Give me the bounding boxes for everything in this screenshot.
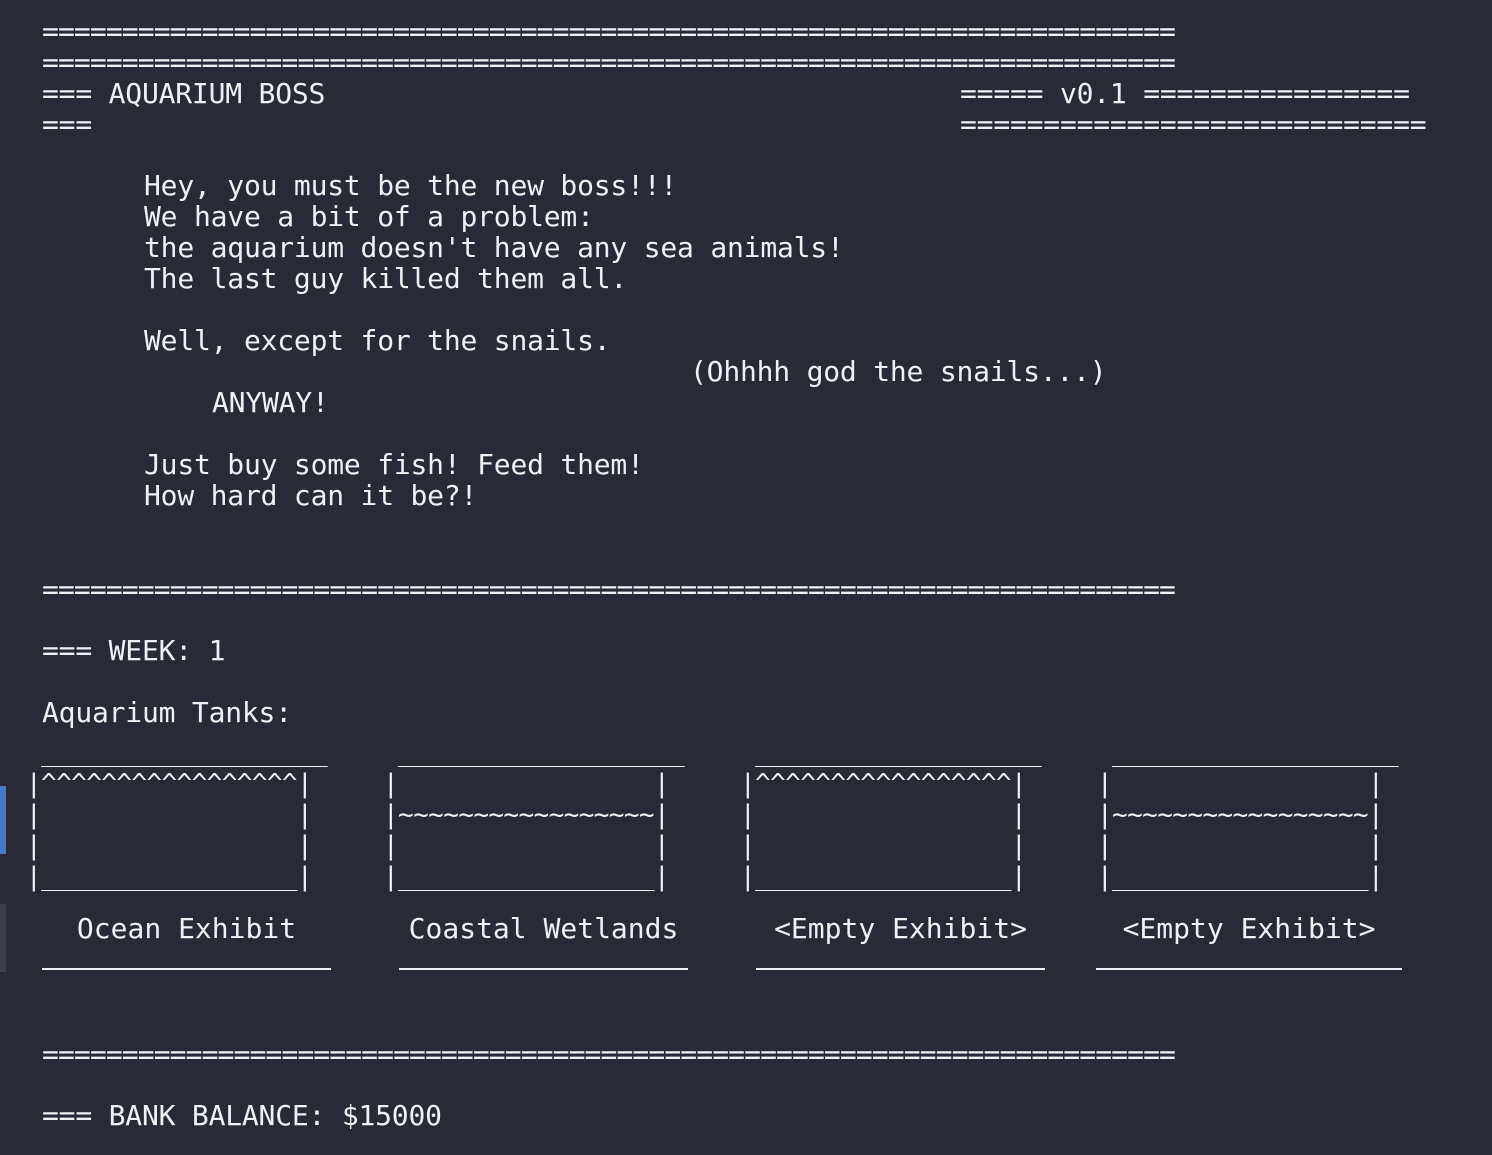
tank-4-art[interactable]: ___________________ | | |~~~~~~~~~~~~~~~… [1097, 738, 1399, 893]
version-label: ===== v0.1 ================ [960, 77, 1410, 110]
intro-line-2: We have a bit of a problem: [144, 200, 594, 233]
intro-line-3: the aquarium doesn't have any sea animal… [144, 231, 844, 264]
intro-line-9: How hard can it be?! [144, 479, 478, 512]
tank-4-label[interactable]: <Empty Exhibit> [1096, 913, 1402, 944]
tank-2-art[interactable]: ___________________ | | |~~~~~~~~~~~~~~~… [383, 738, 685, 893]
footer-rule: ========================================… [42, 1039, 1176, 1070]
title-rule-fragment: === [42, 108, 92, 141]
intro-line-6: (Ohhhh god the snails...) [690, 355, 1107, 388]
week-counter: === WEEK: 1 [42, 634, 226, 667]
tank-1-art[interactable]: ___________________ |^^^^^^^^^^^^^^^^^| … [26, 738, 328, 893]
tank-3-underline [756, 968, 1045, 970]
editor-gutter-marker [0, 786, 6, 854]
tank-3-label[interactable]: <Empty Exhibit> [756, 913, 1045, 944]
intro-line-7: ANYWAY! [212, 386, 329, 419]
intro-line-1: Hey, you must be the new boss!!! [144, 169, 678, 202]
tank-3-art[interactable]: ___________________ |^^^^^^^^^^^^^^^^^| … [740, 738, 1042, 893]
intro-line-8: Just buy some fish! Feed them! [144, 448, 644, 481]
intro-line-4: The last guy killed them all. [144, 262, 628, 295]
header-rule-second: ========================================… [42, 47, 1176, 78]
game-title: === AQUARIUM BOSS [42, 77, 326, 110]
header-rule-top: ========================================… [42, 16, 1176, 47]
tank-2-underline [399, 968, 688, 970]
game-terminal: ========================================… [0, 0, 1492, 1155]
section-rule: ========================================… [42, 574, 1176, 605]
version-rule-fragment: ============================ [960, 108, 1427, 141]
editor-gutter-marker-inactive [0, 904, 6, 972]
tank-1-underline [42, 968, 331, 970]
tank-2-label[interactable]: Coastal Wetlands [399, 913, 688, 944]
intro-line-5: Well, except for the snails. [144, 324, 611, 357]
tank-1-label[interactable]: Ocean Exhibit [42, 913, 331, 944]
tank-4-underline [1096, 968, 1402, 970]
tanks-heading: Aquarium Tanks: [42, 696, 292, 729]
bank-balance: === BANK BALANCE: $15000 [42, 1099, 442, 1132]
